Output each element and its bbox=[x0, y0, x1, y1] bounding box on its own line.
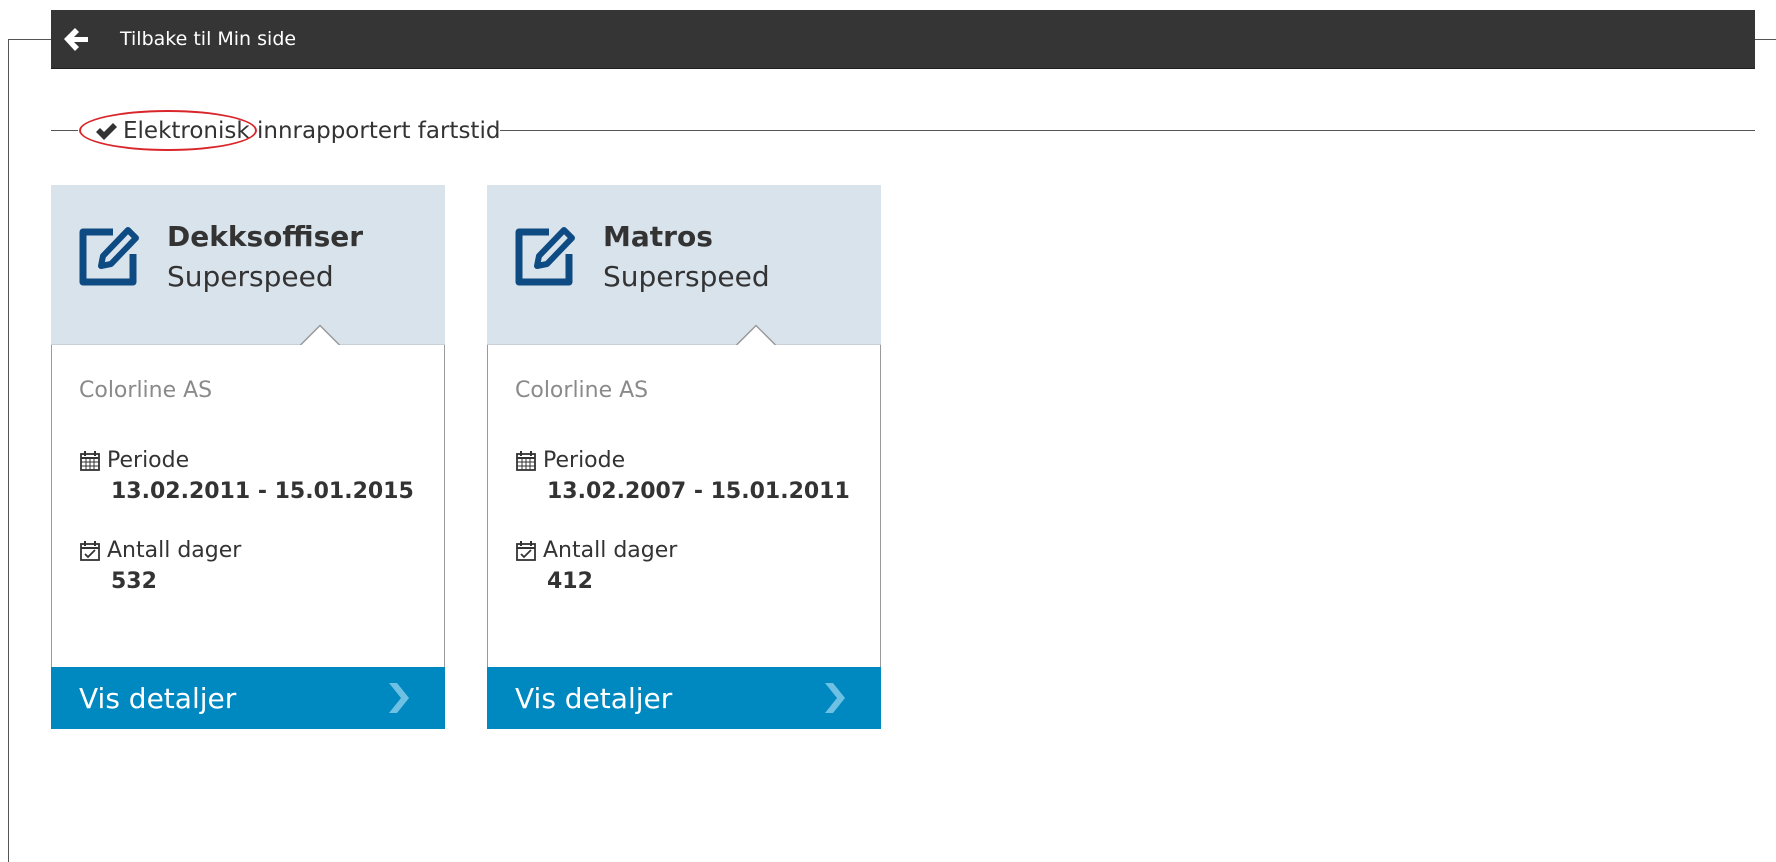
period-label-text: Periode bbox=[543, 448, 626, 473]
days-label: Antall dager bbox=[79, 538, 241, 563]
calendar-check-icon bbox=[516, 540, 536, 561]
view-details-button[interactable]: Vis detaljer bbox=[51, 667, 445, 729]
seatime-card: Matros Superspeed Colorline AS Periode 1… bbox=[487, 185, 881, 729]
period-value: 13.02.2011 - 15.01.2015 bbox=[111, 479, 414, 504]
view-details-label: Vis detaljer bbox=[515, 681, 673, 715]
section-divider-left bbox=[51, 130, 78, 131]
arrow-left-icon bbox=[64, 28, 88, 51]
days-value: 532 bbox=[111, 569, 157, 594]
edit-icon bbox=[79, 227, 139, 286]
card-pointer-notch bbox=[51, 324, 445, 346]
frame-left-border bbox=[8, 39, 9, 862]
days-label-text: Antall dager bbox=[107, 538, 242, 563]
calendar-icon bbox=[80, 450, 100, 471]
chevron-right-icon bbox=[825, 683, 845, 713]
top-navigation-bar: Tilbake til Min side bbox=[51, 10, 1755, 69]
period-value: 13.02.2007 - 15.01.2011 bbox=[547, 479, 850, 504]
frame-top-border-right bbox=[1755, 39, 1776, 40]
frame-top-border bbox=[8, 39, 51, 40]
days-label: Antall dager bbox=[515, 538, 677, 563]
section-heading: Elektronisk innrapportert fartstid bbox=[95, 116, 500, 146]
section-title-text: Elektronisk innrapportert fartstid bbox=[123, 118, 501, 144]
card-pointer-notch bbox=[487, 324, 881, 346]
seatime-card: Dekksoffiser Superspeed Colorline AS Per… bbox=[51, 185, 445, 729]
period-label-text: Periode bbox=[107, 448, 190, 473]
card-body: Colorline AS Periode 13.02.2007 - 15.01.… bbox=[487, 345, 881, 667]
view-details-label: Vis detaljer bbox=[79, 681, 237, 715]
back-link-label: Tilbake til Min side bbox=[120, 28, 297, 50]
card-subtitle: Superspeed bbox=[167, 260, 334, 293]
period-label: Periode bbox=[79, 448, 189, 473]
days-label-text: Antall dager bbox=[543, 538, 678, 563]
back-to-my-page-link[interactable]: Tilbake til Min side bbox=[51, 10, 371, 68]
view-details-button[interactable]: Vis detaljer bbox=[487, 667, 881, 729]
card-subtitle: Superspeed bbox=[603, 260, 770, 293]
calendar-icon bbox=[516, 450, 536, 471]
card-body: Colorline AS Periode 13.02.2011 - 15.01.… bbox=[51, 345, 445, 667]
card-header: Matros Superspeed bbox=[487, 185, 881, 346]
calendar-check-icon bbox=[80, 540, 100, 561]
check-icon bbox=[96, 123, 117, 140]
period-label: Periode bbox=[515, 448, 625, 473]
section-divider-right bbox=[500, 130, 1755, 131]
card-header: Dekksoffiser Superspeed bbox=[51, 185, 445, 346]
card-title: Dekksoffiser bbox=[167, 220, 364, 253]
company-name: Colorline AS bbox=[79, 378, 213, 403]
days-value: 412 bbox=[547, 569, 593, 594]
chevron-right-icon bbox=[389, 683, 409, 713]
company-name: Colorline AS bbox=[515, 378, 649, 403]
edit-icon bbox=[515, 227, 575, 286]
card-title: Matros bbox=[603, 220, 713, 253]
